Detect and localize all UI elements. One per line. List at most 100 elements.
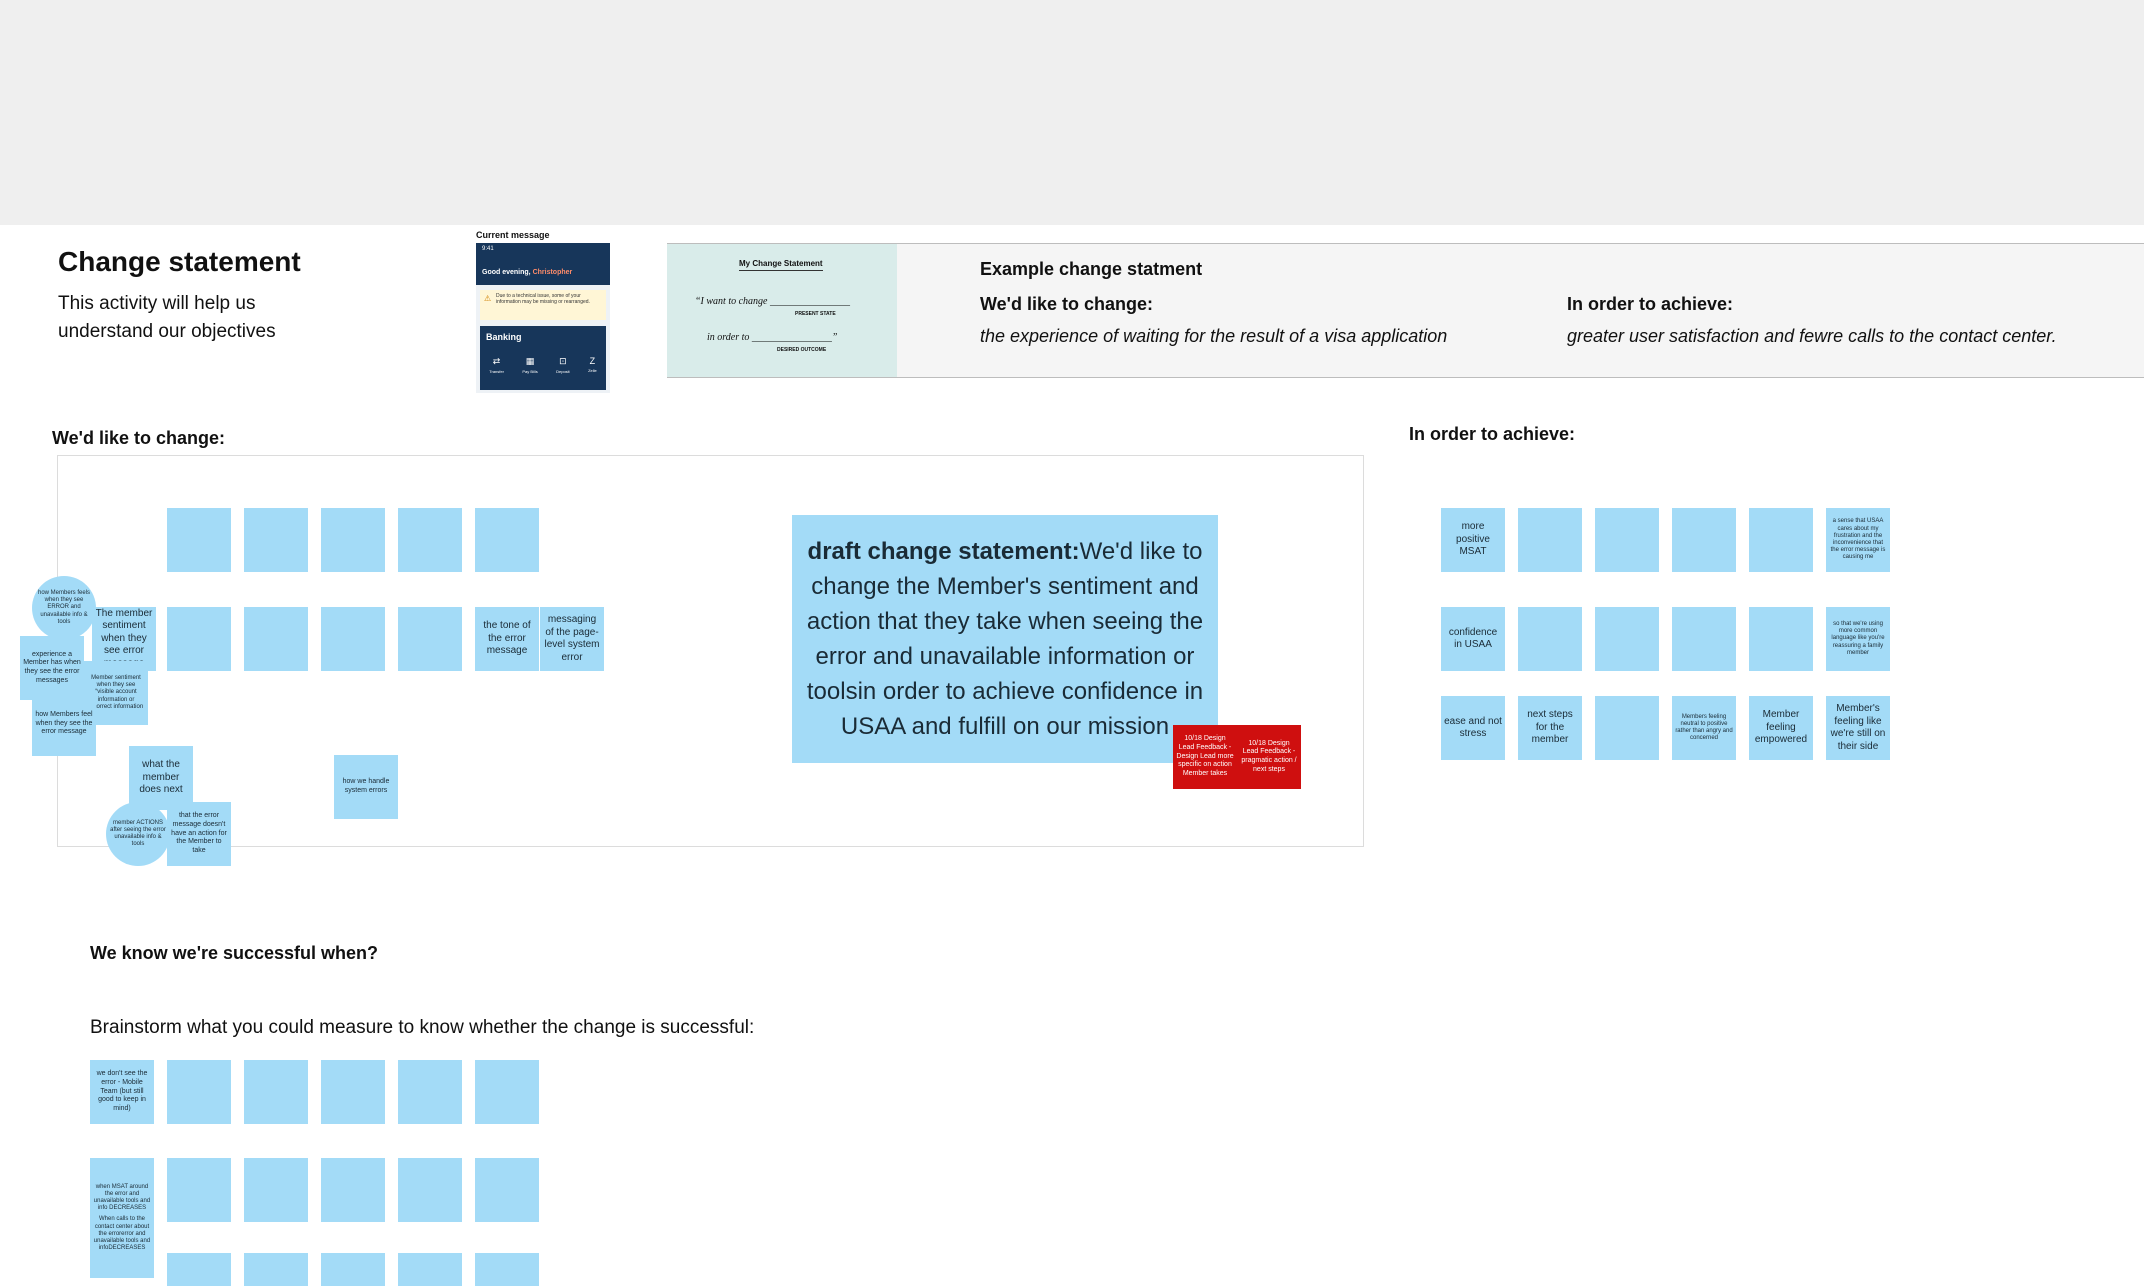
example-change-statement: My Change Statement “I want to change __… [667,243,2144,378]
greeting-name: Christopher [532,269,573,276]
banking-title: Banking [486,332,522,342]
sticky-note-empty[interactable] [321,607,385,671]
sticky-note[interactable]: experience a Member has when they see th… [20,636,84,700]
sticky-note-empty[interactable] [475,1060,539,1124]
success-section-label: We know we're successful when? [90,943,379,963]
card-heading: My Change Statement [739,259,823,271]
sticky-note-empty[interactable] [244,508,308,572]
example-change-heading: We'd like to change: [980,294,1153,314]
sticky-note-empty[interactable] [1595,696,1659,760]
sticky-note-empty[interactable] [244,1060,308,1124]
card-line-2: in order to ________________” [707,332,838,343]
sticky-note-empty[interactable] [1672,508,1736,572]
success-section-prompt: Brainstorm what you could measure to kno… [90,1017,755,1038]
sticky-note-text: when MSAT around the error and unavailab… [93,1183,151,1212]
sticky-note-empty[interactable] [167,1253,231,1286]
sticky-note[interactable]: ease and not stress [1441,696,1505,760]
feedback-note[interactable]: 10/18 Design Lead Feedback - Design Lead… [1173,725,1237,789]
sticky-note[interactable]: the tone of the error message [475,607,539,671]
zelle-icon: Z [589,356,596,366]
phone-time: 9:41 [482,246,494,252]
sticky-note[interactable]: what the member does next [129,746,193,810]
sticky-note[interactable]: we don't see the error - Mobile Team (bu… [90,1060,154,1124]
sticky-note[interactable]: more positive MSAT [1441,508,1505,572]
phone-header: 9:41 Good evening, Christopher [476,243,610,285]
sticky-note-empty[interactable] [1518,607,1582,671]
sticky-note-empty[interactable] [398,1158,462,1222]
sticky-note-empty[interactable] [321,508,385,572]
sticky-note-stack[interactable]: when MSAT around the error and unavailab… [90,1158,154,1278]
sticky-note[interactable]: next steps for the member [1518,696,1582,760]
sticky-note[interactable]: Member's feeling like we're still on the… [1826,696,1890,760]
sticky-note[interactable]: messaging of the page-level system error [540,607,604,671]
sticky-note-empty[interactable] [1518,508,1582,572]
greeting-text: Good evening, [482,269,533,276]
top-toolbar-area [0,0,2144,225]
page-title: Change statement [58,246,301,277]
sticky-note-empty[interactable] [167,1158,231,1222]
sticky-note[interactable]: Member feeling empowered [1749,696,1813,760]
warning-icon: ⚠ [484,294,492,303]
phone-greeting: Good evening, Christopher [482,269,572,276]
sticky-note-empty[interactable] [1672,607,1736,671]
sticky-note-text: When calls to the contact center about t… [93,1216,151,1252]
draft-statement-body: We'd like to change the Member's sentime… [806,538,1204,740]
card-line-2-sub: DESIRED OUTCOME [777,347,827,353]
example-title: Example change statment [980,259,1203,279]
sticky-note-empty[interactable] [475,1158,539,1222]
sticky-note-empty[interactable] [321,1060,385,1124]
current-message-label: Current message [476,230,550,240]
sticky-note-empty[interactable] [1749,508,1813,572]
sticky-note-circle[interactable]: member ACTIONS after seeing the error un… [106,802,170,866]
sticky-note-empty[interactable] [1749,607,1813,671]
card-line-1: “I want to change ________________ [695,296,850,307]
sticky-note-empty[interactable] [321,1158,385,1222]
sticky-note-empty[interactable] [244,607,308,671]
sticky-note-empty[interactable] [244,1253,308,1286]
sticky-note-empty[interactable] [475,1253,539,1286]
sticky-note-empty[interactable] [244,1158,308,1222]
draft-statement-text: draft change statement:We'd like to chan… [800,534,1210,744]
sticky-note[interactable]: so that we're using more common language… [1826,607,1890,671]
sticky-note[interactable]: confidence in USAA [1441,607,1505,671]
achieve-section-label: In order to achieve: [1409,424,1576,444]
card-line-1-sub: PRESENT STATE [795,311,836,317]
example-change-text: the experience of waiting for the result… [980,326,1448,346]
deposit-icon: ⊡ [559,356,567,366]
sticky-note-empty[interactable] [398,607,462,671]
sticky-note-empty[interactable] [398,508,462,572]
sticky-note-empty[interactable] [1595,607,1659,671]
sticky-note-empty[interactable] [1595,508,1659,572]
zelle-action: Z Zelle [588,356,597,373]
transfer-icon: ⇄ [492,356,501,366]
phone-error-alert: ⚠ Due to a technical issue, some of your… [480,290,606,320]
change-section-label: We'd like to change: [52,428,225,448]
transfer-action: ⇄ Transfer [489,356,504,374]
sticky-note-empty[interactable] [167,508,231,572]
sticky-note[interactable]: a sense that USAA cares about my frustra… [1826,508,1890,572]
example-card-image[interactable]: My Change Statement “I want to change __… [667,244,897,377]
sticky-note[interactable]: Members feeling neutral to positive rath… [1672,696,1736,760]
draft-change-statement[interactable]: draft change statement:We'd like to chan… [792,515,1218,763]
example-achieve-heading: In order to achieve: [1567,294,1734,314]
sticky-note[interactable]: that the error message doesn't have an a… [167,802,231,866]
sticky-note-empty[interactable] [398,1253,462,1286]
pay-bills-action: ▦ Pay Bills [522,356,538,374]
banking-card: Banking ⇄ Transfer ▦ Pay Bills ⊡ Deposit ZZ… [480,326,606,390]
sticky-note-empty[interactable] [167,607,231,671]
current-message-screenshot[interactable]: Current message 9:41 Good evening, Chris… [476,230,610,393]
example-achieve-text: greater user satisfaction and fewre call… [1567,326,2057,346]
alert-text: Due to a technical issue, some of your i… [496,293,590,306]
sticky-note[interactable]: how Members feel when they see the error… [32,692,96,756]
sticky-note-circle[interactable]: how Members feels when they see ERROR an… [32,576,96,640]
feedback-note[interactable]: 10/18 Design Lead Feedback -pragmatic ac… [1237,725,1301,789]
banking-actions: ⇄ Transfer ▦ Pay Bills ⊡ Deposit Z Zelle [480,356,606,374]
sticky-note-empty[interactable] [321,1253,385,1286]
sticky-note-empty[interactable] [167,1060,231,1124]
sticky-note[interactable]: how we handle system errors [334,755,398,819]
phone-screen: 9:41 Good evening, Christopher ⚠ Due to … [476,243,610,393]
page-subtitle: This activity will help us understand ou… [58,293,276,342]
sticky-note-empty[interactable] [398,1060,462,1124]
deposit-action: ⊡ Deposit [556,356,570,374]
sticky-note-empty[interactable] [475,508,539,572]
